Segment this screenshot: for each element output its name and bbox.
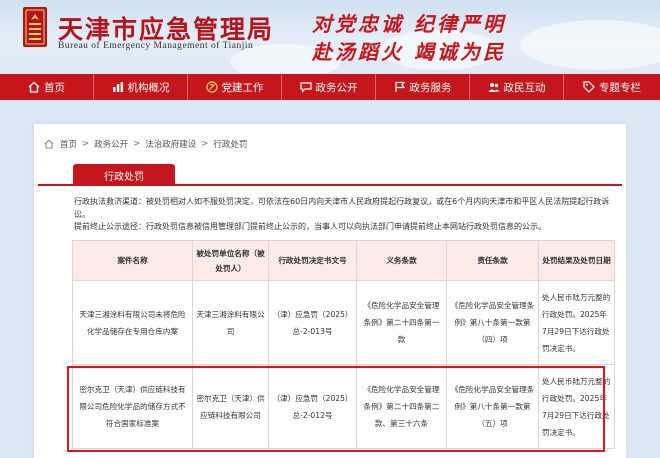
cell-liability: 《危险化学品安全管理条例》第八十条第一款第（五）项 — [446, 364, 539, 449]
notice-text: 行政执法救济渠道：被处罚相对人如不服处罚决定，可依法在60日内向天津市人民政府提… — [74, 196, 619, 234]
chat-icon — [299, 82, 312, 93]
breadcrumb: 首页 > 政务公开 > 法治政府建设 > 行政处罚 — [44, 137, 247, 151]
breadcrumb-home[interactable]: 首页 — [60, 138, 77, 150]
site-header: 天津市应急管理局 Bureau of Emergency Management … — [0, 0, 660, 74]
flag-icon — [394, 81, 405, 92]
home-icon — [28, 81, 40, 93]
nav-item-label: 首页 — [44, 81, 65, 94]
nav-item-label: 党建工作 — [221, 81, 264, 94]
content-card: 首页 > 政务公开 > 法治政府建设 > 行政处罚 行政处罚 行政执法救济渠道：… — [34, 124, 626, 458]
table-row: 密尔克卫（天津）供应链科技有限公司危险化学品的储存方式不符合国家标准案 密尔克卫… — [72, 364, 615, 449]
nav-item-label: 机构概况 — [127, 81, 170, 94]
nav-item-gov-affairs[interactable]: 政务公开 — [282, 74, 376, 100]
breadcrumb-separator: > — [201, 139, 209, 149]
cell-party: 天津三湘涂料有限公司 — [192, 280, 269, 365]
col-header-result: 处罚结果及处罚日期 — [538, 240, 615, 281]
col-header-duty: 义务条款 — [356, 240, 447, 281]
cloud-decoration — [520, 20, 660, 70]
breadcrumb-gov-affairs[interactable]: 政务公开 — [94, 138, 128, 150]
home-icon — [44, 139, 54, 149]
slogan-line-1: 对党忠诚 纪律严明 — [312, 12, 506, 36]
cell-result: 处人民币陆万元整的行政处罚。2025年7月29日下达行政处罚决定书。 — [538, 280, 615, 365]
cell-liability: 《危险化学品安全管理条例》第八十条第一款第（四）项 — [446, 280, 539, 365]
breadcrumb-penalty[interactable]: 行政处罚 — [213, 138, 247, 150]
cell-result: 处人民币陆万元整的行政处罚。2025年7月29日下达行政处罚决定书。 — [538, 364, 615, 449]
cell-party: 密尔克卫（天津）供应链科技有限公司 — [192, 364, 269, 449]
breadcrumb-separator: > — [133, 139, 141, 149]
users-icon — [488, 83, 499, 92]
slogan-line-2: 赴汤蹈火 竭诚为民 — [312, 40, 506, 64]
bar-chart-icon — [112, 82, 123, 92]
table-header-row: 案件名称 被处罚单位名称（被处罚人） 行政处罚决定书文号 义务条款 责任条款 处… — [72, 240, 615, 281]
breadcrumb-separator: > — [82, 139, 90, 149]
nav-item-party[interactable]: 党建工作 — [188, 74, 282, 100]
nav-item-special[interactable]: 专题专栏 — [564, 74, 660, 100]
nav-item-label: 政务公开 — [315, 81, 358, 94]
cell-duty: 《危险化学品安全管理条例》第二十四条第一款 — [356, 280, 447, 365]
col-header-liability: 责任条款 — [446, 240, 539, 281]
table-row: 天津三湘涂料有限公司未将危险化学品储存在专用仓库内案 天津三湘涂料有限公司 （津… — [72, 280, 615, 365]
cell-doc-no: （津）应急罚（2025）总-2-013号 — [268, 280, 357, 365]
nav-item-home[interactable]: 首页 — [0, 74, 94, 100]
main-nav: 首页 机构概况 党建工作 政务公开 政务服务 政民互动 专题专栏 — [0, 74, 660, 100]
tab-admin-penalty[interactable]: 行政处罚 — [73, 164, 175, 186]
penalty-table: 案件名称 被处罚单位名称（被处罚人） 行政处罚决定书文号 义务条款 责任条款 处… — [72, 240, 615, 449]
cell-doc-no: （津）应急罚（2025）总-2-012号 — [268, 364, 357, 449]
notice-remedy: 行政执法救济渠道：被处罚相对人如不服处罚决定，可依法在60日内向天津市人民政府提… — [74, 197, 610, 219]
col-header-party: 被处罚单位名称（被处罚人） — [192, 240, 269, 281]
col-header-doc-no: 行政处罚决定书文号 — [268, 240, 357, 281]
nav-item-label: 政民互动 — [503, 81, 546, 94]
cell-duty: 《危险化学品安全管理条例》第二十四条第二款、第三十六条 — [356, 364, 447, 449]
nav-item-label: 专题专栏 — [599, 81, 641, 94]
penalty-table-wrapper: 案件名称 被处罚单位名称（被处罚人） 行政处罚决定书文号 义务条款 责任条款 处… — [72, 240, 615, 449]
nav-item-label: 政务服务 — [409, 81, 452, 94]
col-header-case: 案件名称 — [72, 240, 193, 281]
notice-early-termination: 提前终止公示途径：行政处罚信息被信用管理部门提前终止公示的，当事人可以向执法部门… — [74, 222, 546, 231]
nav-item-interaction[interactable]: 政民互动 — [470, 74, 564, 100]
cell-case: 天津三湘涂料有限公司未将危险化学品储存在专用仓库内案 — [72, 280, 193, 365]
nav-item-gov-service[interactable]: 政务服务 — [376, 74, 470, 100]
cell-case: 密尔克卫（天津）供应链科技有限公司危险化学品的储存方式不符合国家标准案 — [72, 364, 193, 449]
tab-bar: 行政处罚 — [38, 164, 622, 186]
site-subtitle: Bureau of Emergency Management of Tianji… — [58, 41, 254, 51]
breadcrumb-rule-of-law[interactable]: 法治政府建设 — [145, 138, 196, 150]
tag-icon — [583, 81, 595, 93]
party-emblem-icon — [205, 81, 218, 93]
nav-item-about[interactable]: 机构概况 — [94, 74, 188, 100]
emblem-logo[interactable] — [22, 6, 48, 48]
